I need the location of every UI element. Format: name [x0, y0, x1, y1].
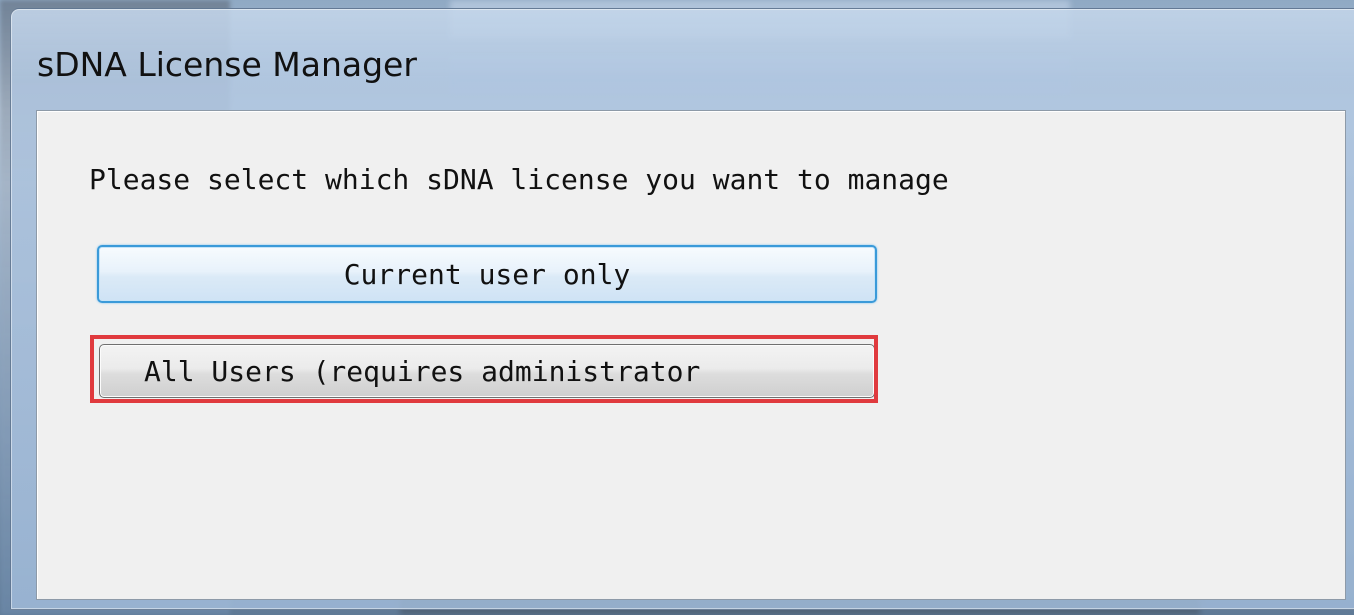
current-user-only-button[interactable]: Current user only — [97, 245, 877, 303]
dialog-client-area: Please select which sDNA license you wan… — [36, 110, 1346, 600]
window-title: sDNA License Manager — [37, 45, 417, 84]
prompt-text: Please select which sDNA license you wan… — [89, 163, 949, 196]
license-manager-window: sDNA License Manager Please select which… — [10, 8, 1354, 610]
all-users-button[interactable]: All Users (requires administrator — [99, 344, 875, 398]
